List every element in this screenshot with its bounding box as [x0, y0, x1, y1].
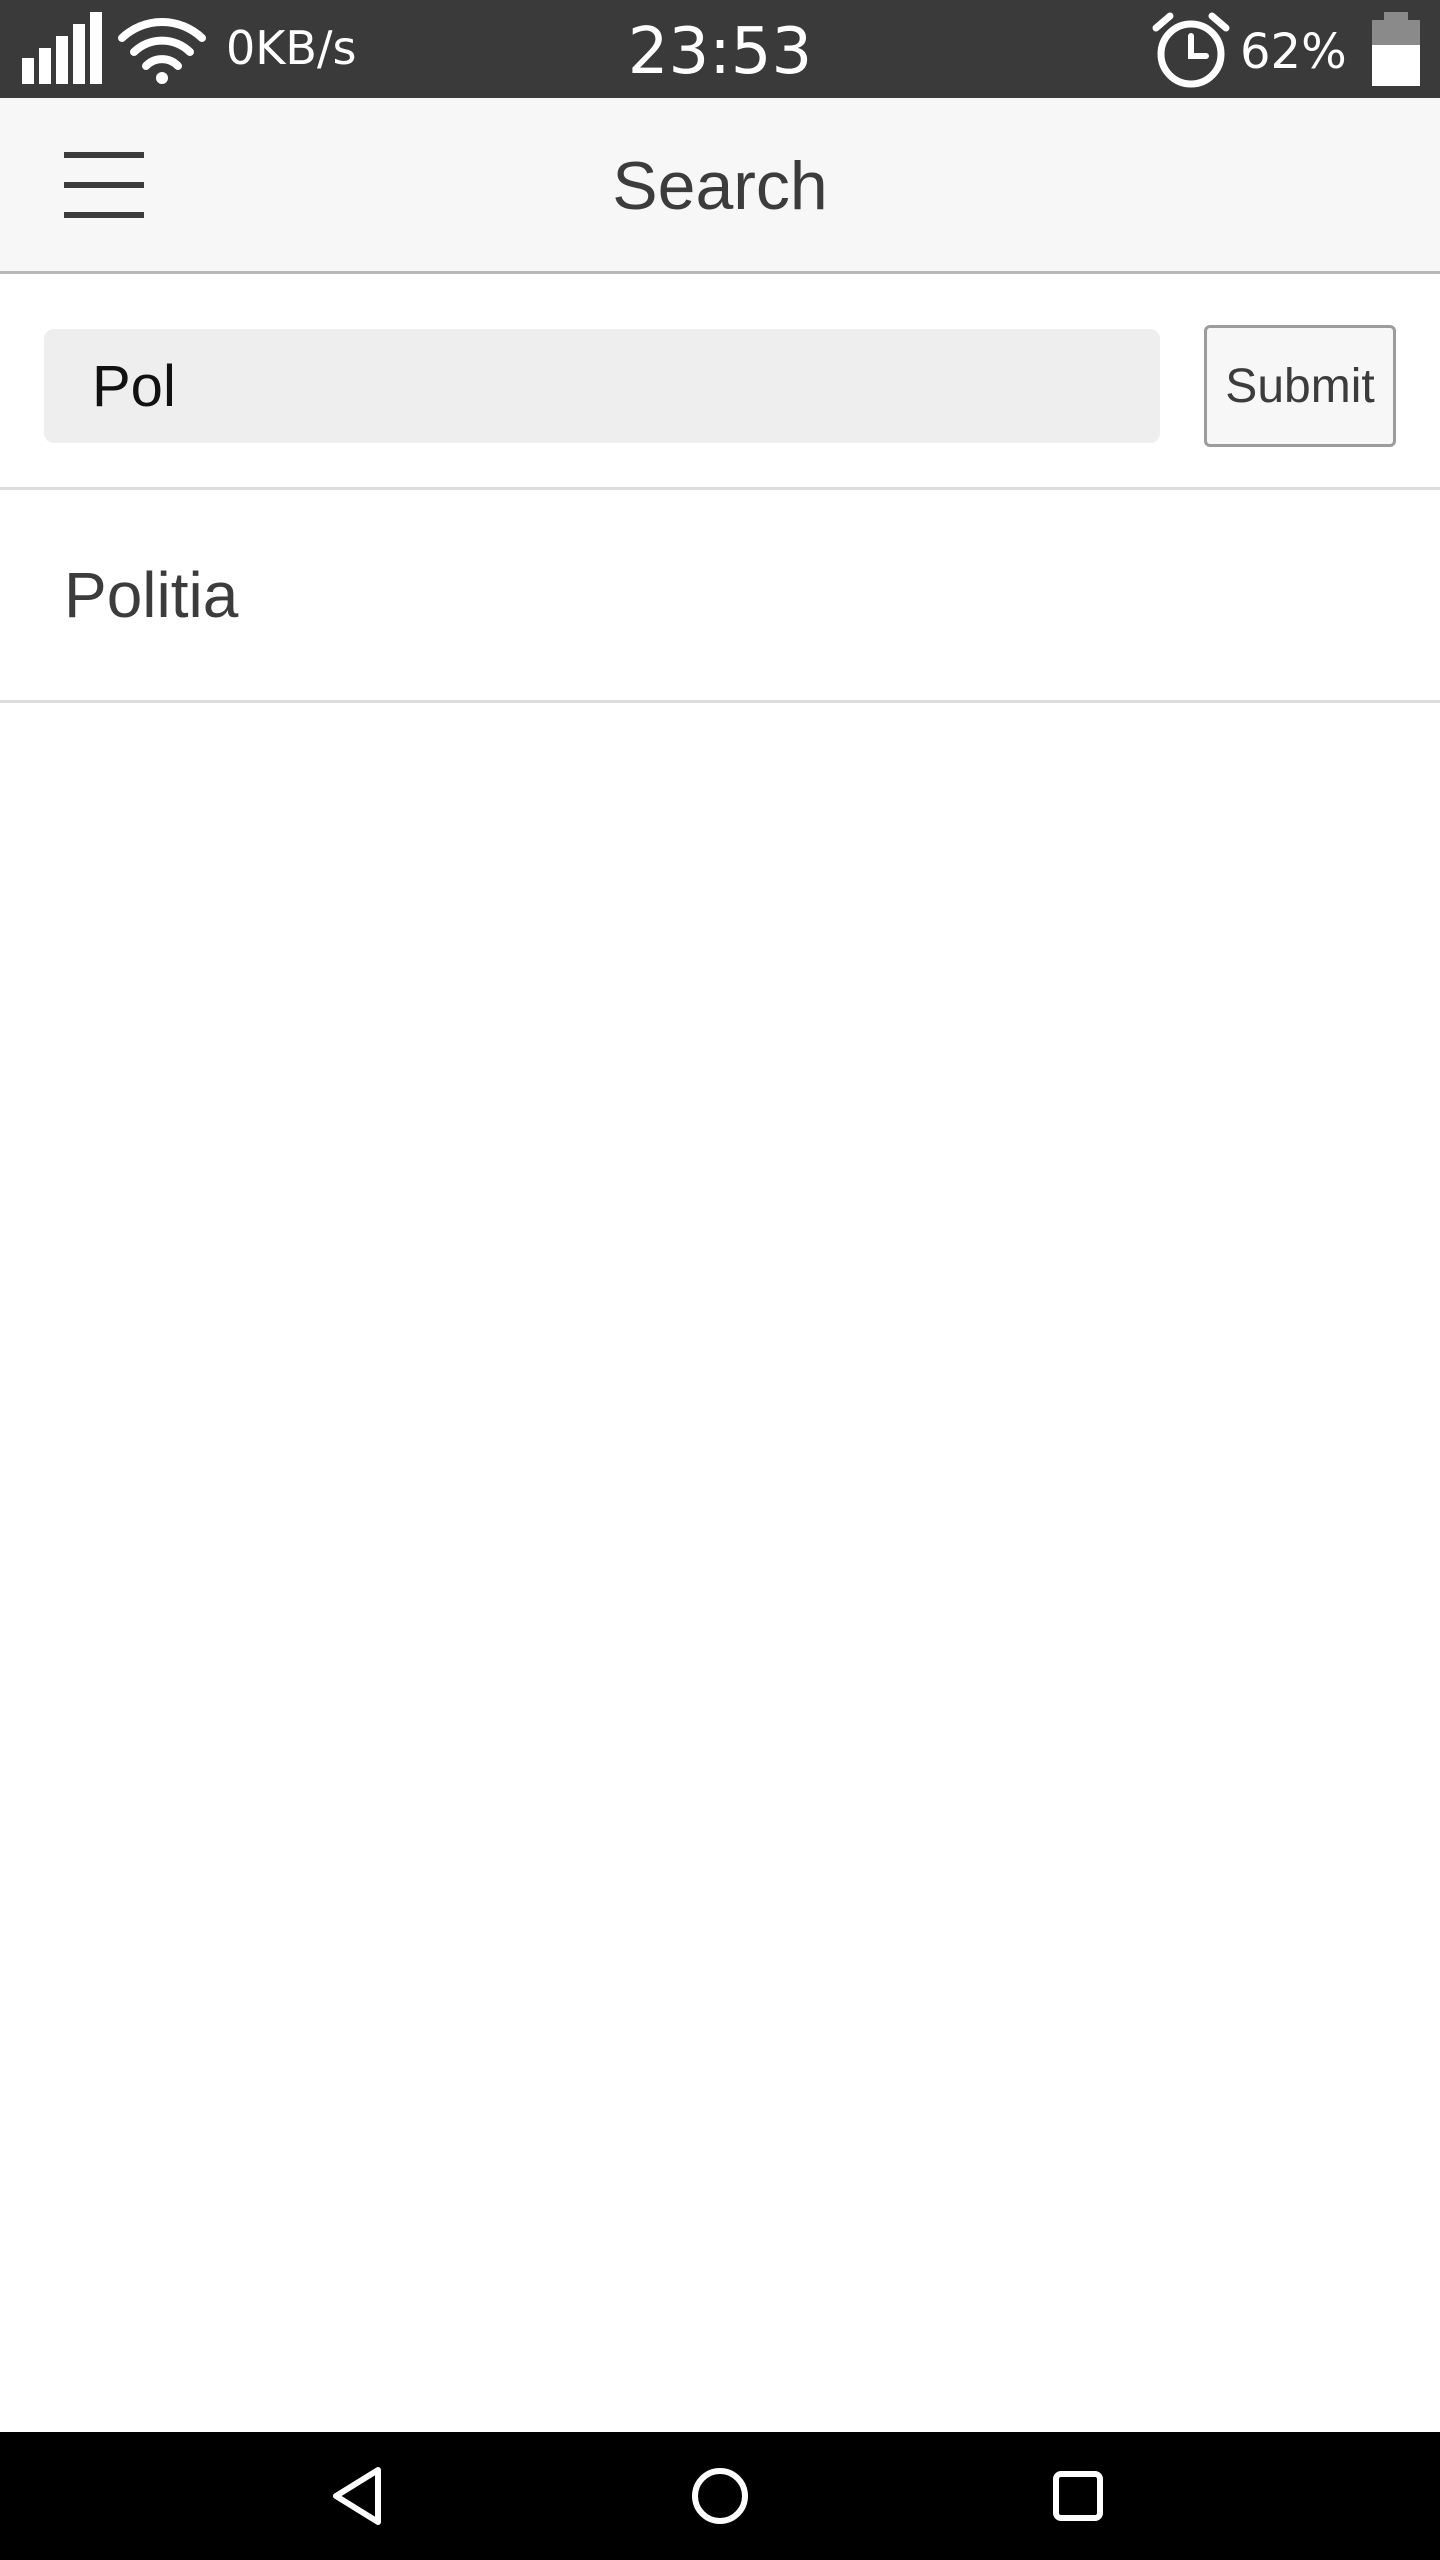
back-icon[interactable]: [298, 2446, 418, 2546]
battery-icon: [1372, 12, 1420, 86]
hamburger-menu-icon[interactable]: [48, 138, 158, 234]
status-bar: 0KB/s 23:53 62%: [0, 0, 1440, 98]
recents-icon[interactable]: [1018, 2446, 1138, 2546]
alarm-icon: [1152, 12, 1230, 88]
page-title: Search: [612, 148, 828, 224]
search-row: Submit: [0, 274, 1440, 490]
list-item[interactable]: Politia: [0, 490, 1440, 703]
search-input[interactable]: [44, 329, 1160, 443]
submit-button[interactable]: Submit: [1204, 325, 1396, 447]
navigation-bar: [0, 2432, 1440, 2560]
list-item-label: Politia: [64, 559, 239, 631]
app-bar: Search: [0, 98, 1440, 274]
home-icon[interactable]: [660, 2446, 780, 2546]
battery-percent: 62%: [1240, 24, 1347, 80]
